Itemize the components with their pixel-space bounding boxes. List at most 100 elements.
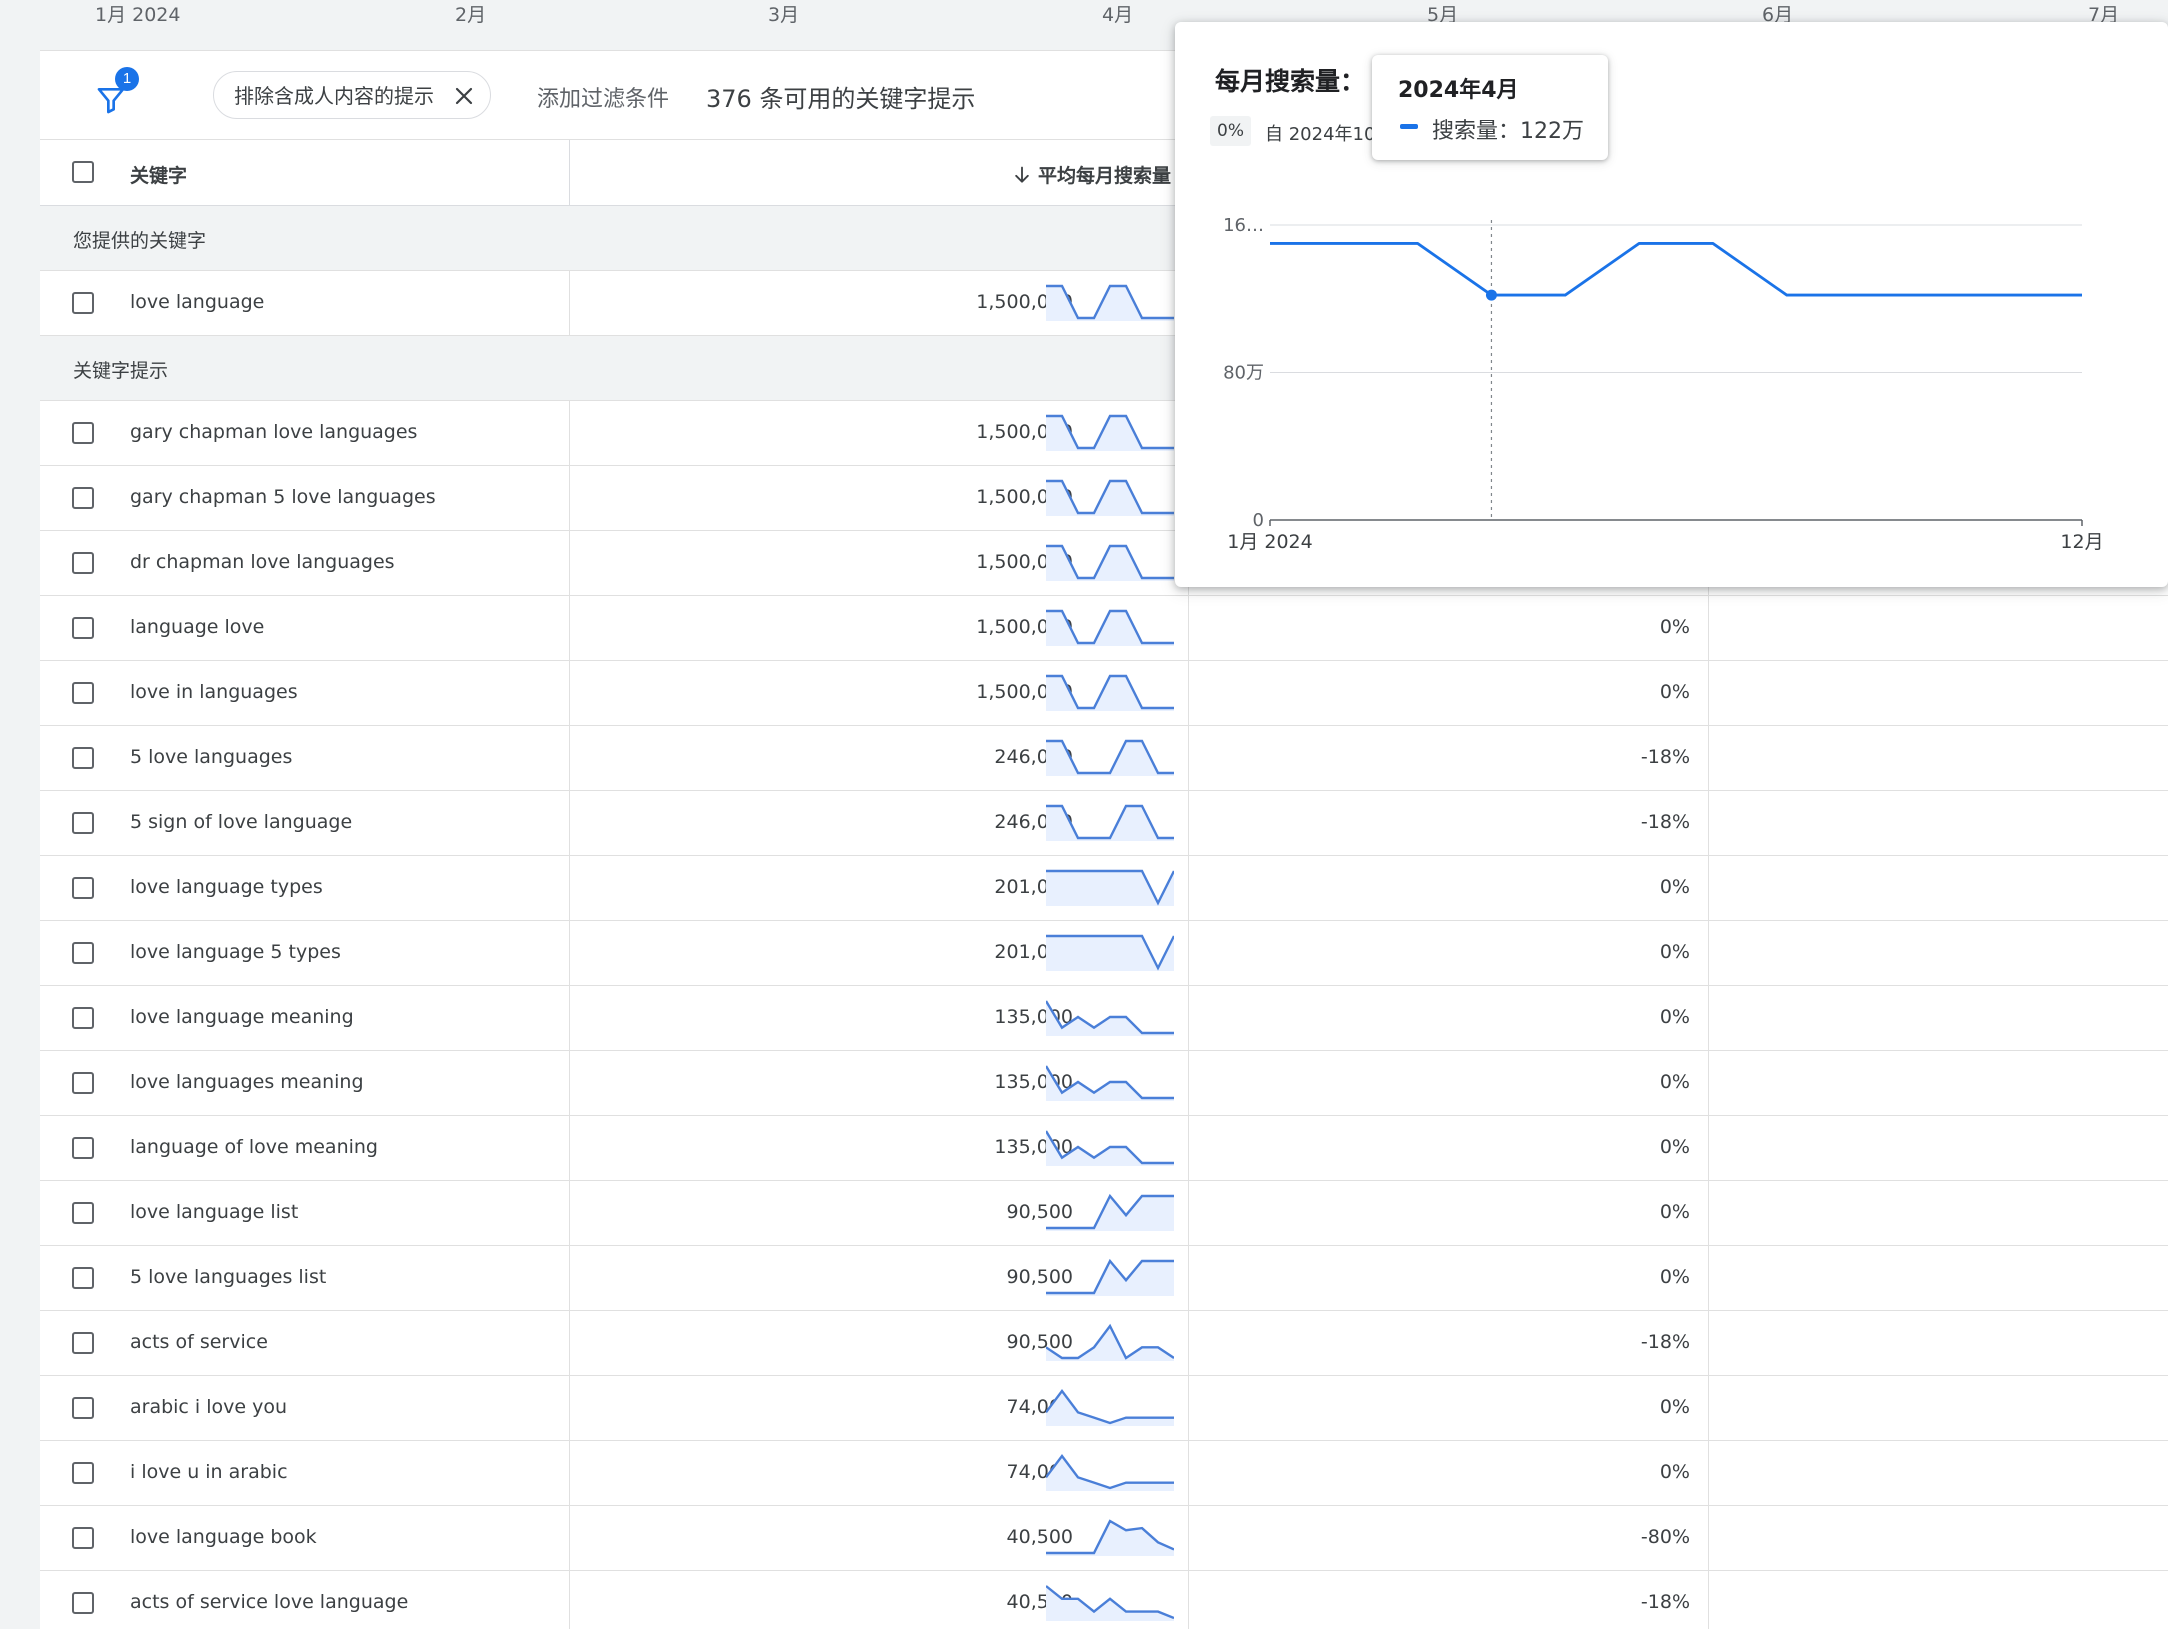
row-checkbox[interactable] <box>72 682 94 704</box>
column-divider <box>569 1051 570 1115</box>
column-divider <box>1708 1571 1709 1629</box>
keyword-cell: acts of service <box>130 1331 268 1353</box>
row-checkbox[interactable] <box>72 617 94 639</box>
tooltip-month: 2024年4月 <box>1398 72 1519 104</box>
row-checkbox[interactable] <box>72 1137 94 1159</box>
row-checkbox[interactable] <box>72 812 94 834</box>
column-divider <box>1188 856 1189 920</box>
keyword-column-header[interactable]: 关键字 <box>130 161 187 188</box>
row-checkbox[interactable] <box>72 1332 94 1354</box>
avg-monthly-column-header[interactable]: 平均每月搜索量 <box>1012 161 1171 188</box>
table-row[interactable]: 5 love languages list90,5000% <box>40 1246 2168 1311</box>
table-row[interactable]: acts of service love language40,500-18% <box>40 1571 2168 1629</box>
row-checkbox[interactable] <box>72 747 94 769</box>
timeline-month-label: 3月 <box>768 0 799 27</box>
row-checkbox[interactable] <box>72 422 94 444</box>
column-divider <box>569 1116 570 1180</box>
table-row[interactable]: language love1,500,0000% <box>40 596 2168 661</box>
trend-sparkline <box>1046 1128 1174 1166</box>
column-divider <box>1708 1506 1709 1570</box>
change-cell: -18% <box>1641 1591 1690 1613</box>
filter-chip[interactable]: 排除含成人内容的提示 <box>213 71 491 119</box>
since-text: 自 2024年10 <box>1265 120 1375 146</box>
column-divider <box>569 1441 570 1505</box>
column-divider <box>1188 1376 1189 1440</box>
column-divider <box>1188 1571 1189 1629</box>
column-divider <box>1708 1246 1709 1310</box>
row-checkbox[interactable] <box>72 552 94 574</box>
add-filter-button[interactable]: 添加过滤条件 <box>537 81 669 113</box>
trend-sparkline <box>1046 608 1174 646</box>
keyword-cell: love language book <box>130 1526 317 1548</box>
select-all-checkbox[interactable] <box>72 161 94 183</box>
column-divider <box>1708 1376 1709 1440</box>
trend-sparkline <box>1046 803 1174 841</box>
sparkline-area <box>1046 871 1174 906</box>
table-row[interactable]: love in languages1,500,0000% <box>40 661 2168 726</box>
column-divider <box>569 856 570 920</box>
row-checkbox[interactable] <box>72 1202 94 1224</box>
column-divider <box>569 271 570 335</box>
table-row[interactable]: language of love meaning135,0000% <box>40 1116 2168 1181</box>
table-row[interactable]: arabic i love you74,0000% <box>40 1376 2168 1441</box>
column-divider <box>1708 1051 1709 1115</box>
change-cell: -18% <box>1641 1331 1690 1353</box>
row-checkbox[interactable] <box>72 1462 94 1484</box>
row-checkbox[interactable] <box>72 292 94 314</box>
change-cell: 0% <box>1660 1396 1690 1418</box>
column-divider <box>1188 986 1189 1050</box>
close-icon[interactable] <box>452 84 476 108</box>
row-checkbox[interactable] <box>72 1397 94 1419</box>
column-divider <box>1708 856 1709 920</box>
row-checkbox[interactable] <box>72 1592 94 1614</box>
section-label: 关键字提示 <box>73 356 168 383</box>
filter-button[interactable]: 1 <box>95 73 151 123</box>
series-line <box>1270 243 2082 295</box>
keyword-cell: love language types <box>130 876 323 898</box>
keyword-cell: 5 love languages list <box>130 1266 326 1288</box>
table-row[interactable]: love language book40,500-80% <box>40 1506 2168 1571</box>
table-row[interactable]: 5 love languages246,000-18% <box>40 726 2168 791</box>
y-tick-label: 80万 <box>1223 363 1264 384</box>
row-checkbox[interactable] <box>72 1527 94 1549</box>
table-row[interactable]: love language types201,0000% <box>40 856 2168 921</box>
trend-sparkline <box>1046 1518 1174 1556</box>
trend-sparkline <box>1046 1063 1174 1101</box>
row-checkbox[interactable] <box>72 1007 94 1029</box>
trend-sparkline <box>1046 673 1174 711</box>
table-row[interactable]: love language list90,5000% <box>40 1181 2168 1246</box>
table-row[interactable]: i love u in arabic74,0000% <box>40 1441 2168 1506</box>
keyword-cell: 5 love languages <box>130 746 292 768</box>
change-cell: -18% <box>1641 811 1690 833</box>
keyword-cell: love language 5 types <box>130 941 341 963</box>
row-checkbox[interactable] <box>72 877 94 899</box>
change-cell: 0% <box>1660 616 1690 638</box>
column-divider <box>1708 726 1709 790</box>
trend-sparkline <box>1046 933 1174 971</box>
row-checkbox[interactable] <box>72 487 94 509</box>
trend-sparkline <box>1046 998 1174 1036</box>
column-divider <box>569 1506 570 1570</box>
tooltip-value: 搜索量：122万 <box>1432 113 1584 145</box>
keyword-cell: love language list <box>130 1201 298 1223</box>
column-divider <box>569 1311 570 1375</box>
row-checkbox[interactable] <box>72 942 94 964</box>
table-row[interactable]: love language 5 types201,0000% <box>40 921 2168 986</box>
column-divider <box>569 1246 570 1310</box>
column-divider <box>1708 921 1709 985</box>
column-divider <box>569 791 570 855</box>
column-divider <box>569 401 570 465</box>
table-row[interactable]: acts of service90,500-18% <box>40 1311 2168 1376</box>
row-checkbox[interactable] <box>72 1072 94 1094</box>
column-divider <box>1188 921 1189 985</box>
column-divider <box>1188 1506 1189 1570</box>
trend-sparkline <box>1046 543 1174 581</box>
available-count-text: 376 条可用的关键字提示 <box>706 79 975 114</box>
series-swatch <box>1400 124 1418 129</box>
monthly-searches-popup: 每月搜索量： 0% 自 2024年10 080万16…1月 202412月 <box>1175 22 2168 587</box>
table-row[interactable]: love languages meaning135,0000% <box>40 1051 2168 1116</box>
table-row[interactable]: love language meaning135,0000% <box>40 986 2168 1051</box>
row-checkbox[interactable] <box>72 1267 94 1289</box>
table-row[interactable]: 5 sign of love language246,000-18% <box>40 791 2168 856</box>
sparkline-area <box>1046 1261 1174 1296</box>
